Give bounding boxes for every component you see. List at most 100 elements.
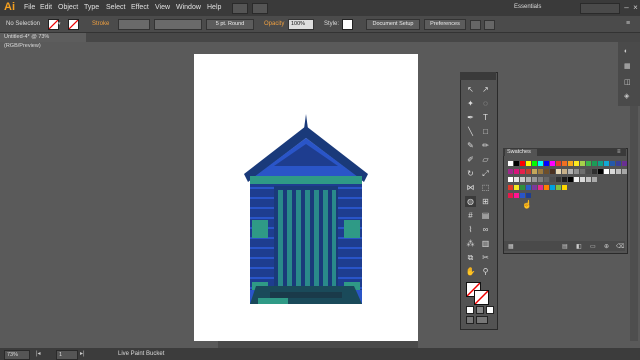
draw-mode-icon[interactable] [466, 316, 474, 324]
stroke-swatch[interactable] [68, 19, 79, 30]
swatch[interactable] [514, 177, 519, 182]
swatch[interactable] [526, 185, 531, 190]
menu-window[interactable]: Window [176, 4, 201, 11]
brush-definition[interactable]: 5 pt. Round [206, 19, 254, 30]
stroke-weight-field[interactable] [118, 19, 150, 30]
swatch[interactable] [586, 161, 591, 166]
hand-tool-icon[interactable]: ✋ [465, 266, 476, 277]
color-mode-icon[interactable] [466, 306, 474, 314]
zoom-tool-icon[interactable]: ⚲ [480, 266, 491, 277]
delete-swatch-icon[interactable]: ⌫ [616, 243, 624, 250]
appearance-icon[interactable]: ◫ [624, 78, 634, 86]
swatch[interactable] [556, 161, 561, 166]
panel-menu-icon[interactable]: ≡ [626, 20, 635, 28]
swatch[interactable] [622, 169, 627, 174]
swatch[interactable] [532, 177, 537, 182]
opacity-label[interactable]: Opacity [264, 21, 284, 27]
menu-edit[interactable]: Edit [40, 4, 52, 11]
swatch[interactable] [538, 185, 543, 190]
color-guide-icon[interactable]: ▦ [624, 62, 634, 70]
eraser-tool-icon[interactable]: ▱ [480, 154, 491, 165]
swatch[interactable] [544, 169, 549, 174]
swatch[interactable] [520, 185, 525, 190]
minimize-icon[interactable]: – [622, 3, 631, 12]
beach-hut-artwork[interactable] [194, 54, 418, 341]
mesh-tool-icon[interactable]: # [465, 210, 476, 221]
lasso-tool-icon[interactable]: ◌ [480, 98, 491, 109]
menu-file[interactable]: File [24, 4, 35, 11]
swatch[interactable] [592, 169, 597, 174]
blob-brush-tool-icon[interactable]: ✐ [465, 154, 476, 165]
variable-width-profile[interactable] [154, 19, 202, 30]
swatch[interactable] [568, 169, 573, 174]
gradient-tool-icon[interactable]: ▤ [480, 210, 491, 221]
swatch[interactable] [562, 177, 567, 182]
swatches-menu-icon[interactable]: ≡ [617, 149, 621, 155]
gradient-mode-icon[interactable] [476, 306, 484, 314]
new-swatch-icon[interactable]: ⊕ [604, 243, 609, 250]
perspective-grid-tool-icon[interactable]: ⊞ [480, 196, 491, 207]
type-tool-icon[interactable]: T [480, 112, 491, 123]
rectangle-tool-icon[interactable]: □ [480, 126, 491, 137]
scale-tool-icon[interactable]: ⤢ [480, 168, 491, 179]
swatch[interactable] [556, 169, 561, 174]
swatch[interactable] [520, 169, 525, 174]
current-tool-status[interactable]: Live Paint Bucket [118, 351, 164, 357]
new-color-group-icon[interactable]: ▭ [590, 243, 596, 250]
swatch[interactable] [574, 177, 579, 182]
swatch[interactable] [604, 169, 609, 174]
line-tool-icon[interactable]: ╲ [465, 126, 476, 137]
none-mode-icon[interactable] [486, 306, 494, 314]
preferences-button[interactable]: Preferences [424, 19, 466, 30]
swatch[interactable] [598, 161, 603, 166]
width-tool-icon[interactable]: ⋈ [465, 182, 476, 193]
swatch[interactable] [514, 161, 519, 166]
swatch-options-icon[interactable]: ◧ [576, 243, 582, 250]
swatch[interactable] [616, 169, 621, 174]
menu-effect[interactable]: Effect [131, 4, 149, 11]
swatch[interactable] [580, 169, 585, 174]
workspace-switcher[interactable]: Essentials [514, 4, 541, 10]
rotate-tool-icon[interactable]: ↻ [465, 168, 476, 179]
swatch[interactable] [544, 177, 549, 182]
pen-tool-icon[interactable]: ✒ [465, 112, 476, 123]
swatch[interactable] [514, 185, 519, 190]
document-tab[interactable]: Untitled-4* @ 73% (RGB/Preview) [0, 33, 86, 49]
pencil-tool-icon[interactable]: ✏ [480, 140, 491, 151]
selection-tool-icon[interactable]: ↖ [465, 84, 476, 95]
swatch[interactable] [616, 161, 621, 166]
direct-selection-tool-icon[interactable]: ↗ [480, 84, 491, 95]
swatch[interactable] [538, 177, 543, 182]
search-input[interactable] [580, 3, 620, 14]
swatch[interactable] [544, 185, 549, 190]
swatch[interactable] [508, 161, 513, 166]
document-setup-button[interactable]: Document Setup [366, 19, 420, 30]
swatch[interactable] [610, 161, 615, 166]
swatch[interactable] [604, 161, 609, 166]
swatch[interactable] [568, 161, 573, 166]
swatch[interactable] [556, 177, 561, 182]
swatch[interactable] [532, 169, 537, 174]
swatch[interactable] [550, 177, 555, 182]
menu-help[interactable]: Help [207, 4, 221, 11]
swatch[interactable] [562, 169, 567, 174]
graphic-style-swatch[interactable] [342, 19, 353, 30]
swatch[interactable] [598, 169, 603, 174]
swatch[interactable] [580, 161, 585, 166]
swatch[interactable] [592, 161, 597, 166]
swatch[interactable] [508, 177, 513, 182]
blend-tool-icon[interactable]: ∞ [480, 224, 491, 235]
swatch[interactable] [544, 161, 549, 166]
swatch[interactable] [538, 169, 543, 174]
slice-tool-icon[interactable]: ✂ [480, 252, 491, 263]
swatch[interactable] [526, 193, 531, 198]
swatch[interactable] [520, 161, 525, 166]
shape-builder-tool-icon[interactable]: ◍ [465, 196, 476, 207]
eyedropper-tool-icon[interactable]: ⌇ [465, 224, 476, 235]
magic-wand-tool-icon[interactable]: ✦ [465, 98, 476, 109]
menu-object[interactable]: Object [58, 4, 78, 11]
swatch[interactable] [526, 177, 531, 182]
swatch[interactable] [586, 169, 591, 174]
swatch[interactable] [514, 169, 519, 174]
menu-type[interactable]: Type [84, 4, 99, 11]
